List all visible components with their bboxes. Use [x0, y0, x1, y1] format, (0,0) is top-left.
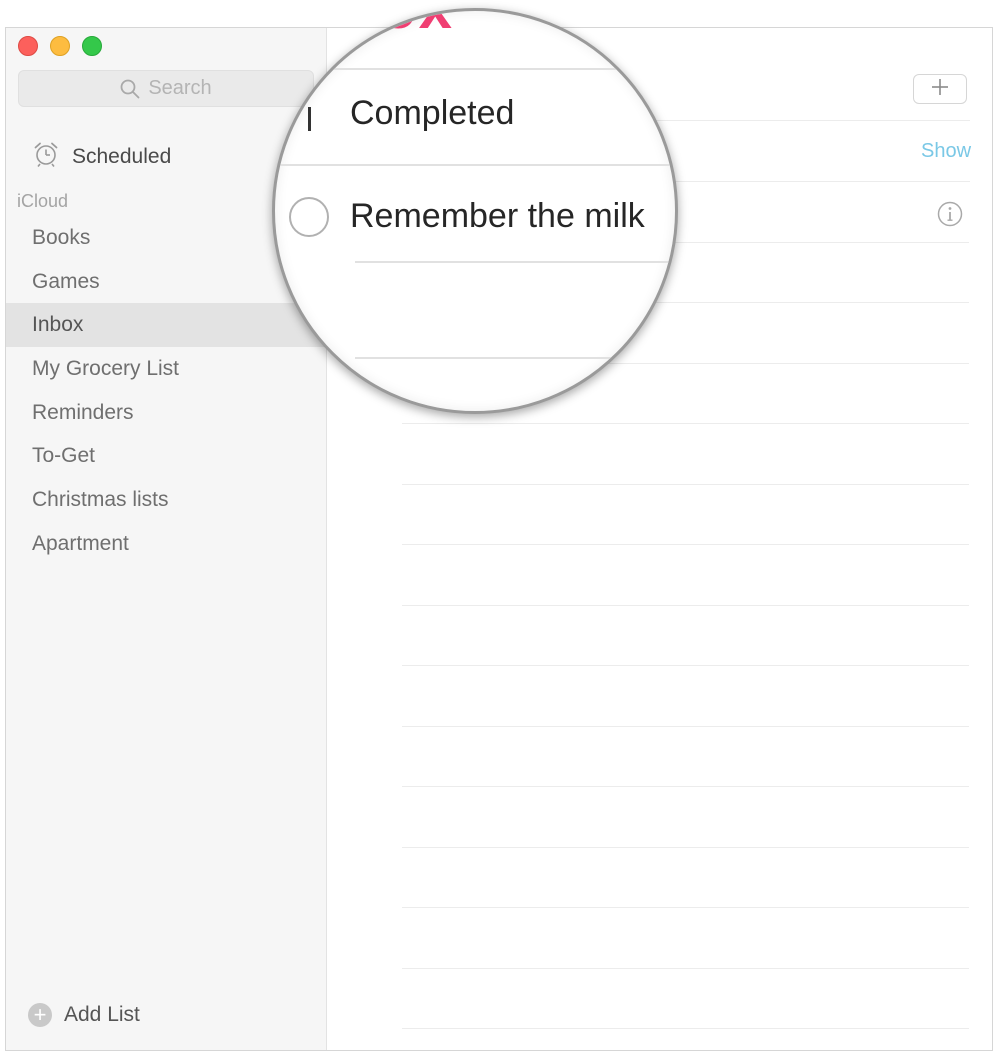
plus-circle-icon: + — [28, 1003, 52, 1027]
sidebar-item-christmas-lists[interactable]: Christmas lists — [6, 478, 326, 522]
list-collection: Books Games Inbox My Grocery List Remind… — [6, 216, 326, 566]
magnifier-lens: ox Completed Remember the milk — [272, 8, 678, 414]
lens-divider — [355, 261, 675, 263]
search-icon — [120, 79, 140, 99]
row-divider — [402, 484, 969, 485]
add-reminder-button[interactable] — [913, 74, 967, 104]
completed-header: Completed — [350, 94, 515, 132]
row-divider — [402, 968, 969, 969]
row-divider — [402, 423, 969, 424]
scheduled-item[interactable]: Scheduled — [32, 140, 171, 174]
sidebar-item-inbox[interactable]: Inbox — [6, 303, 326, 348]
icloud-section-label: iCloud — [17, 191, 69, 211]
lens-divider — [355, 357, 675, 359]
row-divider — [402, 907, 969, 908]
lens-divider — [275, 68, 675, 70]
add-list-label: Add List — [64, 1003, 140, 1026]
search-placeholder: Search — [148, 77, 212, 99]
alarm-clock-icon — [32, 140, 60, 174]
window-controls — [18, 36, 102, 56]
row-divider — [402, 544, 969, 545]
row-divider — [402, 726, 969, 727]
task-title[interactable]: Remember the milk — [350, 197, 645, 236]
row-divider — [402, 1028, 969, 1029]
info-icon[interactable] — [937, 201, 963, 232]
row-divider — [402, 786, 969, 787]
sidebar-item-apartment[interactable]: Apartment — [6, 522, 326, 566]
row-divider — [402, 605, 969, 606]
row-divider — [402, 665, 969, 666]
search-field[interactable]: Search — [18, 70, 314, 107]
plus-icon — [931, 78, 949, 101]
zoom-window-button[interactable] — [82, 36, 102, 56]
list-title: ox — [380, 11, 454, 42]
row-divider — [402, 847, 969, 848]
sidebar-item-reminders[interactable]: Reminders — [6, 391, 326, 435]
add-list-button[interactable]: + Add List — [28, 1003, 140, 1027]
close-window-button[interactable] — [18, 36, 38, 56]
minimize-window-button[interactable] — [50, 36, 70, 56]
scheduled-label: Scheduled — [72, 145, 172, 168]
task-checkbox[interactable] — [289, 197, 329, 237]
sidebar-item-my-grocery-list[interactable]: My Grocery List — [6, 347, 326, 391]
text-cursor — [308, 107, 311, 131]
lens-divider — [275, 164, 675, 166]
show-completed-link[interactable]: Show — [921, 140, 971, 163]
sidebar-item-to-get[interactable]: To-Get — [6, 434, 326, 478]
sidebar-item-games[interactable]: Games — [6, 260, 326, 304]
